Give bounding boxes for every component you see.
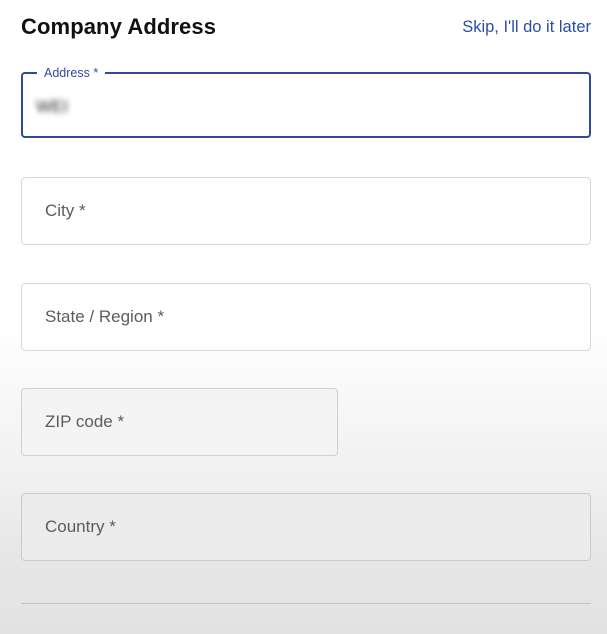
state-region-field[interactable]: State / Region *: [21, 283, 591, 351]
address-label: Address *: [37, 65, 106, 81]
divider: [21, 603, 591, 604]
address-value: WEI: [36, 97, 69, 116]
skip-link[interactable]: Skip, I'll do it later: [462, 18, 591, 37]
zip-code-placeholder: ZIP code *: [45, 412, 125, 431]
address-field[interactable]: Address * WEI: [21, 65, 591, 138]
zip-code-field[interactable]: ZIP code *: [21, 388, 338, 456]
city-field[interactable]: City *: [21, 177, 591, 245]
form-header: Company Address Skip, I'll do it later: [21, 12, 591, 42]
page-title: Company Address: [21, 14, 217, 39]
city-placeholder: City *: [45, 201, 86, 220]
country-field[interactable]: Country *: [21, 493, 591, 561]
country-placeholder: Country *: [45, 517, 116, 536]
state-region-placeholder: State / Region *: [45, 307, 165, 326]
